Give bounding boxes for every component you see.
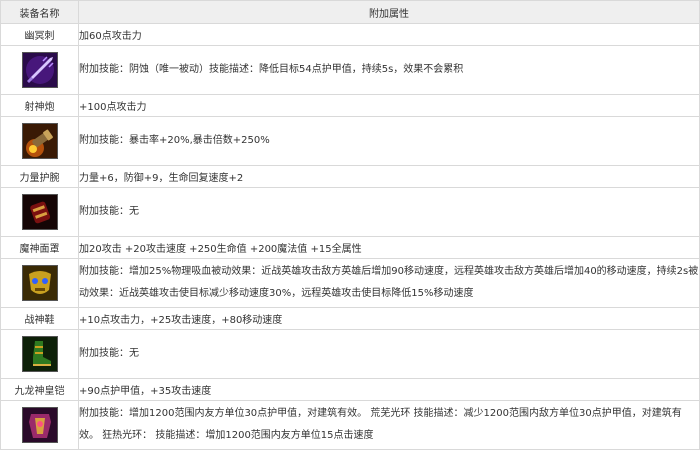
item-name: 射神炮	[0, 94, 79, 117]
item-row-detail: 附加技能：暴击率+20%,暴击倍数+250%	[0, 116, 700, 166]
item-attributes: 力量+6，防御+9，生命回复速度+2	[78, 165, 700, 188]
item-attributes: +10点攻击力，+25攻击速度，+80移动速度	[78, 307, 700, 330]
item-skill: 附加技能：阴蚀（唯一被动）技能描述：降低目标54点护甲值，持续5s，效果不会累积	[78, 45, 700, 95]
item-row-name: 幽冥刺 加60点攻击力	[0, 23, 700, 46]
item-row-detail: 附加技能：增加25%物理吸血被动效果：近战英雄攻击敌方英雄后增加90移动速度，远…	[0, 258, 700, 308]
equipment-table: 装备名称 附加属性 幽冥刺 加60点攻击力 附加技能：阴蚀（唯一被动）技能描述：…	[0, 0, 700, 450]
header-row: 装备名称 附加属性	[0, 0, 700, 24]
item-attributes: 加20攻击 +20攻击速度 +250生命值 +200魔法值 +15全属性	[78, 236, 700, 259]
item-attributes: 加60点攻击力	[78, 23, 700, 46]
item-name: 战神鞋	[0, 307, 79, 330]
item-row-detail: 附加技能：无	[0, 329, 700, 379]
item-row-name: 战神鞋 +10点攻击力，+25攻击速度，+80移动速度	[0, 307, 700, 330]
item-name: 幽冥刺	[0, 23, 79, 46]
item-row-detail: 附加技能：无	[0, 187, 700, 237]
golden-mask-icon	[21, 265, 58, 301]
cannon-icon	[21, 123, 58, 159]
item-name: 力量护腕	[0, 165, 79, 188]
item-row-detail: 附加技能：增加1200范围内友方单位30点护甲值，对建筑有效。 荒芜光环 技能描…	[0, 400, 700, 450]
purple-spear-icon	[21, 52, 58, 88]
item-name: 魔神面罩	[0, 236, 79, 259]
item-attributes: +90点护甲值，+35攻击速度	[78, 378, 700, 401]
item-skill: 附加技能：无	[78, 329, 700, 379]
dragon-armor-icon	[21, 407, 58, 443]
bracer-icon	[21, 194, 58, 230]
boots-icon	[21, 336, 58, 372]
item-row-name: 力量护腕 力量+6，防御+9，生命回复速度+2	[0, 165, 700, 188]
item-skill: 附加技能：增加1200范围内友方单位30点护甲值，对建筑有效。 荒芜光环 技能描…	[78, 400, 700, 450]
header-equipment-name: 装备名称	[0, 0, 79, 24]
item-attributes: +100点攻击力	[78, 94, 700, 117]
item-row-name: 射神炮 +100点攻击力	[0, 94, 700, 117]
item-row-name: 魔神面罩 加20攻击 +20攻击速度 +250生命值 +200魔法值 +15全属…	[0, 236, 700, 259]
item-name: 九龙神皇铠	[0, 378, 79, 401]
item-row-detail: 附加技能：阴蚀（唯一被动）技能描述：降低目标54点护甲值，持续5s，效果不会累积	[0, 45, 700, 95]
header-extra-attributes: 附加属性	[78, 0, 700, 24]
item-skill: 附加技能：增加25%物理吸血被动效果：近战英雄攻击敌方英雄后增加90移动速度，远…	[78, 258, 700, 308]
item-skill: 附加技能：暴击率+20%,暴击倍数+250%	[78, 116, 700, 166]
item-skill: 附加技能：无	[78, 187, 700, 237]
item-row-name: 九龙神皇铠 +90点护甲值，+35攻击速度	[0, 378, 700, 401]
